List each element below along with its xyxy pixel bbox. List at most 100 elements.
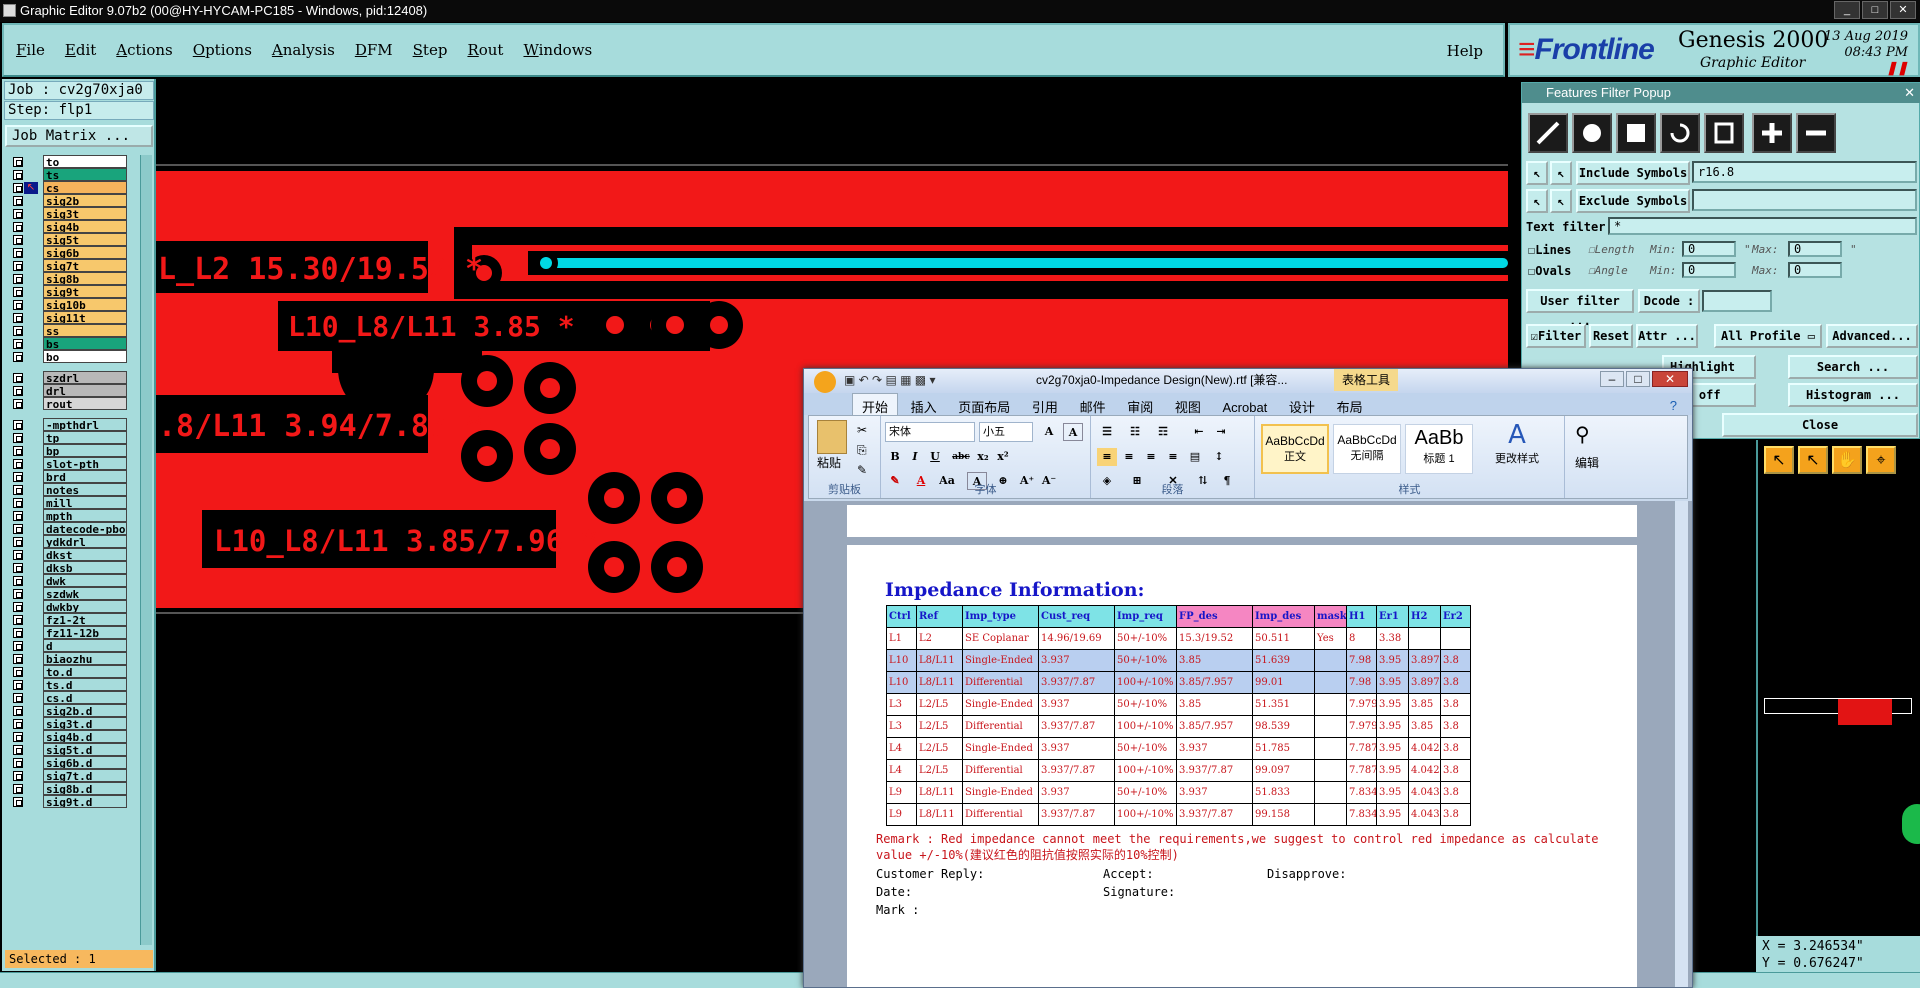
layer-name[interactable]: ss	[43, 324, 127, 337]
word-minimize-button[interactable]: –	[1600, 371, 1624, 387]
layer-row[interactable]: slot-pth	[4, 457, 154, 471]
layer-checkbox[interactable]	[13, 274, 23, 284]
angle-max-input[interactable]: 0	[1788, 262, 1842, 278]
layer-row[interactable]: bs	[4, 337, 154, 351]
layer-row[interactable]: ss	[4, 324, 154, 338]
menu-analysis[interactable]: Analysis	[272, 41, 335, 59]
increase-indent-icon[interactable]: ⇥	[1211, 423, 1231, 441]
histogram-button[interactable]: Histogram ...	[1788, 383, 1918, 407]
search-button[interactable]: Search ...	[1788, 355, 1918, 379]
close-popup-button[interactable]: Close	[1722, 413, 1918, 437]
document-scrollbar[interactable]	[1674, 501, 1688, 987]
line-spacing-icon[interactable]: ↕	[1209, 448, 1229, 466]
char-border-icon[interactable]: A	[1063, 423, 1083, 441]
layer-row[interactable]: sig9t.d	[4, 795, 154, 809]
minimize-button[interactable]: _	[1834, 1, 1860, 19]
grow-font-icon[interactable]: A	[1039, 423, 1059, 441]
layer-name[interactable]: sig5t.d	[43, 743, 127, 756]
layer-row[interactable]: mill	[4, 496, 154, 510]
layer-name[interactable]: -mpthdrl	[43, 418, 127, 431]
layer-name[interactable]: cs.d	[43, 691, 127, 704]
multilevel-list-icon[interactable]: ☶	[1153, 423, 1173, 441]
table-row[interactable]: L3 L2/L5 Differential 3.937/7.87 100+/-10% 3.…	[886, 715, 1471, 738]
layer-name[interactable]: sig2b	[43, 194, 127, 207]
layer-row[interactable]: fz11-12b	[4, 626, 154, 640]
layer-row[interactable]: sig3t	[4, 207, 154, 221]
align-left-icon[interactable]: ≡	[1097, 448, 1117, 466]
layer-row[interactable]: sig6b.d	[4, 756, 154, 770]
layer-name[interactable]: bp	[43, 444, 127, 457]
layer-name[interactable]: fz1-2t	[43, 613, 127, 626]
layer-checkbox[interactable]	[13, 680, 23, 690]
layer-row[interactable]: sig11t	[4, 311, 154, 325]
maximize-button[interactable]: □	[1862, 1, 1888, 19]
layer-row[interactable]: sig6b	[4, 246, 154, 260]
decrease-indent-icon[interactable]: ⇤	[1189, 423, 1209, 441]
quick-access-icons[interactable]: ▣ ↶ ↷ ▤ ▦ ▩ ▾	[844, 369, 936, 391]
layer-row[interactable]: mpth	[4, 509, 154, 523]
layer-row[interactable]: -mpthdrl	[4, 418, 154, 432]
layer-row[interactable]: sig5t	[4, 233, 154, 247]
font-size-select[interactable]: 小五	[979, 422, 1033, 442]
numbering-icon[interactable]: ☷	[1125, 423, 1145, 441]
layer-checkbox[interactable]	[13, 524, 23, 534]
layer-name[interactable]: sig8b.d	[43, 782, 127, 795]
layer-name[interactable]: ts	[43, 168, 127, 181]
style-no-spacing[interactable]: AaBbCcDd 无间隔	[1333, 424, 1401, 474]
layer-name[interactable]: sig7t.d	[43, 769, 127, 782]
layer-checkbox[interactable]	[13, 433, 23, 443]
layer-row[interactable]: ydkdrl	[4, 535, 154, 549]
menu-help[interactable]: Help	[1447, 42, 1483, 60]
layer-checkbox[interactable]	[13, 326, 23, 336]
table-row[interactable]: L10 L8/L11 Differential 3.937/7.87 100+/-10%…	[886, 671, 1471, 694]
select-red-arrow-icon[interactable]: ↖	[1798, 446, 1828, 474]
dcode-input[interactable]	[1702, 290, 1772, 312]
clipboard-tool-icons[interactable]: ✂ ⎘ ✎	[857, 420, 867, 480]
layer-checkbox[interactable]	[13, 209, 23, 219]
align-center-icon[interactable]: ≡	[1119, 448, 1139, 466]
close-button[interactable]: ✕	[1890, 1, 1916, 19]
layer-checkbox[interactable]	[13, 641, 23, 651]
paste-button[interactable]: 粘贴	[817, 454, 841, 471]
layer-checkbox[interactable]	[13, 550, 23, 560]
paste-icon[interactable]	[817, 420, 847, 454]
layer-row[interactable]: to	[4, 155, 154, 169]
layer-name[interactable]: sig6b	[43, 246, 127, 259]
layer-checkbox[interactable]	[13, 797, 23, 807]
layer-row[interactable]: cs.d	[4, 691, 154, 705]
layer-name[interactable]: sig3t.d	[43, 717, 127, 730]
layer-name[interactable]: sig4b.d	[43, 730, 127, 743]
layer-checkbox[interactable]	[13, 485, 23, 495]
angle-checkbox[interactable]: ☐Angle	[1588, 264, 1628, 277]
menu-edit[interactable]: Edit	[65, 41, 96, 59]
strikethrough-icon[interactable]: abc	[951, 448, 971, 466]
layer-checkbox[interactable]	[13, 313, 23, 323]
layer-checkbox[interactable]	[13, 339, 23, 349]
menu-windows[interactable]: Windows	[523, 41, 592, 59]
layer-checkbox[interactable]	[13, 498, 23, 508]
layer-list-scrollbar[interactable]	[140, 155, 152, 945]
layer-name[interactable]: tp	[43, 431, 127, 444]
layer-name[interactable]: bo	[43, 350, 127, 363]
lines-checkbox[interactable]: ☐Lines	[1528, 243, 1571, 257]
layer-row[interactable]: sig2b	[4, 194, 154, 208]
layer-name[interactable]: datecode-pbo	[43, 522, 127, 535]
bold-icon[interactable]: B	[885, 448, 905, 466]
layer-row[interactable]: sig4b.d	[4, 730, 154, 744]
menu-actions[interactable]: Actions	[116, 41, 172, 59]
layer-row[interactable]: sig7t	[4, 259, 154, 273]
layer-name[interactable]: drl	[43, 384, 127, 397]
dcode-button[interactable]: Dcode :	[1638, 289, 1700, 313]
layer-name[interactable]: mill	[43, 496, 127, 509]
layer-name[interactable]: sig3t	[43, 207, 127, 220]
layer-name[interactable]: szdrl	[43, 371, 127, 384]
surface-filter-icon[interactable]	[1616, 113, 1656, 153]
length-min-input[interactable]: 0	[1682, 241, 1736, 257]
layer-checkbox[interactable]	[13, 602, 23, 612]
style-heading1[interactable]: AaBb 标题 1	[1405, 424, 1473, 474]
length-checkbox[interactable]: ☐Length	[1588, 243, 1634, 256]
layer-name[interactable]: sig8b	[43, 272, 127, 285]
layer-name[interactable]: mpth	[43, 509, 127, 522]
document-area[interactable]: Impedance Information: Ctrl Ref Imp_type Cu…	[804, 501, 1692, 987]
layer-name[interactable]: ydkdrl	[43, 535, 127, 548]
